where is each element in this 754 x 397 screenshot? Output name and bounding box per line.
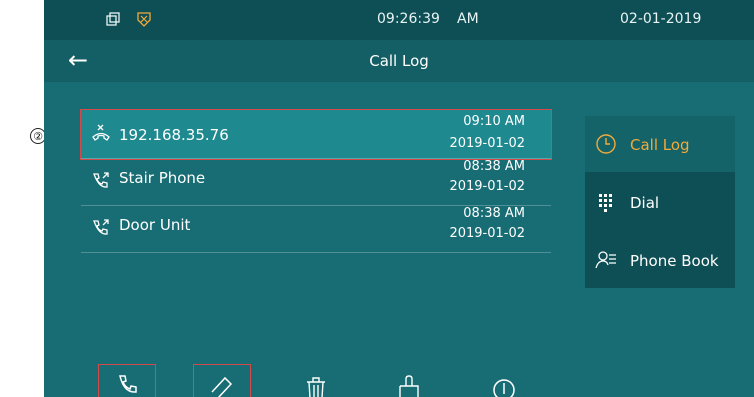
side-item-call-log[interactable]: Call Log (585, 116, 735, 172)
delete-icon[interactable] (302, 370, 330, 397)
call-log-item-3[interactable]: Door Unit 08:38 AM 2019-01-02 (81, 206, 551, 253)
call-time: 09:10 AM (463, 114, 525, 129)
keypad-icon (599, 194, 612, 212)
shield-icon (137, 12, 151, 27)
call-date: 2019-01-02 (449, 226, 525, 241)
side-item-label: Call Log (630, 136, 690, 154)
side-item-label: Dial (630, 194, 660, 212)
call-name: Door Unit (119, 216, 191, 234)
outgoing-call-icon (93, 172, 109, 188)
call-log-item-1[interactable]: 192.168.35.76 09:10 AM 2019-01-02 (80, 109, 552, 160)
status-date: 02-01-2019 (620, 11, 702, 27)
highlight-call-button (98, 364, 156, 397)
side-menu: Call Log Dial Phone Book (585, 116, 735, 288)
call-name: Stair Phone (119, 169, 206, 187)
highlight-unlock-button (193, 364, 251, 397)
call-log-item-2[interactable]: Stair Phone 08:38 AM 2019-01-02 (81, 159, 551, 206)
missed-call-icon (92, 124, 110, 141)
call-time: 08:38 AM (463, 206, 525, 221)
device-screen: 09:26:39 AM 02-01-2019 ← Call Log 192.16… (44, 0, 754, 397)
call-date: 2019-01-02 (449, 136, 525, 151)
outgoing-call-icon (93, 219, 109, 235)
call-date: 2019-01-02 (449, 179, 525, 194)
call-time: 08:38 AM (463, 159, 525, 174)
contacts-icon (595, 251, 616, 269)
title-bar: ← Call Log (44, 40, 754, 82)
window-icon (106, 12, 120, 26)
status-time: 09:26:39 (377, 11, 440, 27)
call-name: 192.168.35.76 (119, 126, 229, 144)
clock-icon (596, 134, 616, 154)
side-item-dial[interactable]: Dial (585, 174, 735, 230)
call-log-list: 192.168.35.76 09:10 AM 2019-01-02 Stair … (80, 109, 552, 253)
clear-icon[interactable] (395, 370, 423, 397)
side-item-label: Phone Book (630, 252, 719, 270)
side-item-phone-book[interactable]: Phone Book (585, 232, 735, 288)
info-icon[interactable] (490, 370, 518, 397)
status-bar: 09:26:39 AM 02-01-2019 (44, 0, 754, 40)
status-ampm: AM (457, 11, 479, 27)
page-title: Call Log (369, 52, 429, 70)
